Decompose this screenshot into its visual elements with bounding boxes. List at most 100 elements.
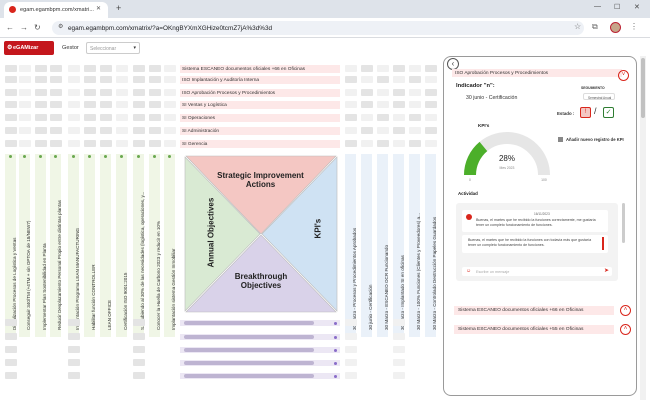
matrix-cell[interactable]	[116, 76, 128, 83]
matrix-cell[interactable]	[164, 101, 176, 108]
check-icon[interactable]: ✓	[603, 107, 614, 118]
matrix-cell[interactable]	[361, 76, 373, 83]
breakthrough-row[interactable]	[180, 373, 340, 379]
matrix-cell[interactable]	[409, 114, 421, 121]
matrix-cell[interactable]	[149, 114, 161, 121]
matrix-cell[interactable]	[68, 101, 80, 108]
matrix-cell[interactable]	[5, 359, 17, 366]
matrix-cell[interactable]	[361, 89, 373, 96]
matrix-cell[interactable]	[50, 127, 62, 134]
warning-icon[interactable]: !	[580, 107, 591, 118]
matrix-cell[interactable]	[5, 101, 17, 108]
matrix-cell[interactable]	[100, 76, 112, 83]
reload-icon[interactable]: ↻	[34, 23, 41, 32]
chevron-down-icon[interactable]: ˅	[618, 70, 629, 81]
matrix-cell[interactable]	[409, 65, 421, 72]
objective-row[interactable]: Sistema ESCANEO documentos oficiales +66…	[180, 65, 340, 73]
matrix-cell[interactable]	[35, 65, 47, 72]
matrix-cell[interactable]	[345, 89, 357, 96]
extensions-icon[interactable]: ⧉	[592, 22, 598, 32]
matrix-cell[interactable]	[345, 114, 357, 121]
chevron-up-icon[interactable]: ˄	[620, 305, 631, 316]
matrix-cell[interactable]	[133, 359, 145, 366]
matrix-cell[interactable]	[5, 140, 17, 147]
matrix-cell[interactable]	[345, 333, 357, 340]
matrix-cell[interactable]	[149, 140, 161, 147]
matrix-cell[interactable]	[393, 127, 405, 134]
matrix-cell[interactable]	[393, 333, 405, 340]
matrix-cell[interactable]	[5, 65, 17, 72]
matrix-cell[interactable]	[425, 101, 437, 108]
matrix-cell[interactable]	[68, 114, 80, 121]
matrix-cell[interactable]	[164, 114, 176, 121]
matrix-cell[interactable]	[100, 127, 112, 134]
matrix-cell[interactable]	[100, 89, 112, 96]
maximize-icon[interactable]: ☐	[614, 3, 620, 11]
matrix-cell[interactable]	[5, 372, 17, 379]
bookmark-star-icon[interactable]: ☆	[574, 22, 581, 31]
matrix-cell[interactable]	[393, 140, 405, 147]
new-tab-button[interactable]: +	[116, 3, 121, 13]
browser-tab[interactable]: egam.egambpm.com/xmatri... ✕	[4, 2, 108, 18]
matrix-cell[interactable]	[361, 127, 373, 134]
egamizar-button[interactable]: ⚙ eGAMizar	[4, 41, 54, 55]
matrix-cell[interactable]	[361, 114, 373, 121]
matrix-cell[interactable]	[377, 101, 389, 108]
seguimiento-button[interactable]: Semestral Anual	[583, 93, 615, 100]
matrix-cell[interactable]	[393, 372, 405, 379]
matrix-cell[interactable]	[164, 65, 176, 72]
matrix-cell[interactable]	[149, 76, 161, 83]
matrix-cell[interactable]	[5, 333, 17, 340]
matrix-cell[interactable]	[133, 101, 145, 108]
scroll-thumb[interactable]	[641, 58, 645, 118]
matrix-cell[interactable]	[377, 140, 389, 147]
matrix-cell[interactable]	[149, 127, 161, 134]
matrix-cell[interactable]	[35, 127, 47, 134]
matrix-cell[interactable]	[5, 127, 17, 134]
matrix-cell[interactable]	[164, 89, 176, 96]
matrix-cell[interactable]	[425, 76, 437, 83]
matrix-cell[interactable]	[50, 140, 62, 147]
matrix-cell[interactable]	[84, 140, 96, 147]
matrix-cell[interactable]	[133, 65, 145, 72]
matrix-cell[interactable]	[345, 140, 357, 147]
matrix-cell[interactable]	[100, 65, 112, 72]
matrix-cell[interactable]	[393, 89, 405, 96]
matrix-cell[interactable]	[35, 114, 47, 121]
gestor-select[interactable]: Seleccionar ▾	[86, 42, 140, 54]
minimize-icon[interactable]: —	[594, 3, 601, 10]
matrix-cell[interactable]	[68, 372, 80, 379]
matrix-cell[interactable]	[393, 76, 405, 83]
matrix-cell[interactable]	[149, 65, 161, 72]
matrix-cell[interactable]	[377, 89, 389, 96]
matrix-cell[interactable]	[84, 65, 96, 72]
matrix-cell[interactable]	[5, 89, 17, 96]
close-icon[interactable]: ✕	[96, 5, 101, 12]
back-arrow-icon[interactable]: ←	[6, 23, 14, 32]
add-kpi-record-button[interactable]: Añadir nuevo registro de KPI	[558, 137, 624, 143]
matrix-cell[interactable]	[100, 101, 112, 108]
matrix-cell[interactable]	[68, 127, 80, 134]
matrix-cell[interactable]	[5, 346, 17, 353]
breakthrough-row[interactable]	[180, 320, 340, 326]
matrix-cell[interactable]	[133, 346, 145, 353]
chevron-up-icon[interactable]: ˄	[620, 324, 631, 335]
matrix-cell[interactable]	[84, 76, 96, 83]
matrix-cell[interactable]	[133, 333, 145, 340]
matrix-cell[interactable]	[133, 372, 145, 379]
matrix-cell[interactable]	[50, 114, 62, 121]
objective-row[interactable]: ISO Aprobación Procesos y Procedimientos	[180, 89, 340, 97]
matrix-cell[interactable]	[35, 101, 47, 108]
matrix-cell[interactable]	[5, 319, 17, 326]
matrix-cell[interactable]	[425, 127, 437, 134]
matrix-cell[interactable]	[50, 65, 62, 72]
matrix-cell[interactable]	[19, 65, 31, 72]
page-scrollbar[interactable]	[640, 56, 646, 400]
matrix-cell[interactable]	[425, 114, 437, 121]
matrix-cell[interactable]	[133, 89, 145, 96]
matrix-cell[interactable]	[19, 101, 31, 108]
breakthrough-row[interactable]	[180, 360, 340, 366]
matrix-cell[interactable]	[345, 346, 357, 353]
matrix-cell[interactable]	[68, 359, 80, 366]
matrix-cell[interactable]	[5, 76, 17, 83]
